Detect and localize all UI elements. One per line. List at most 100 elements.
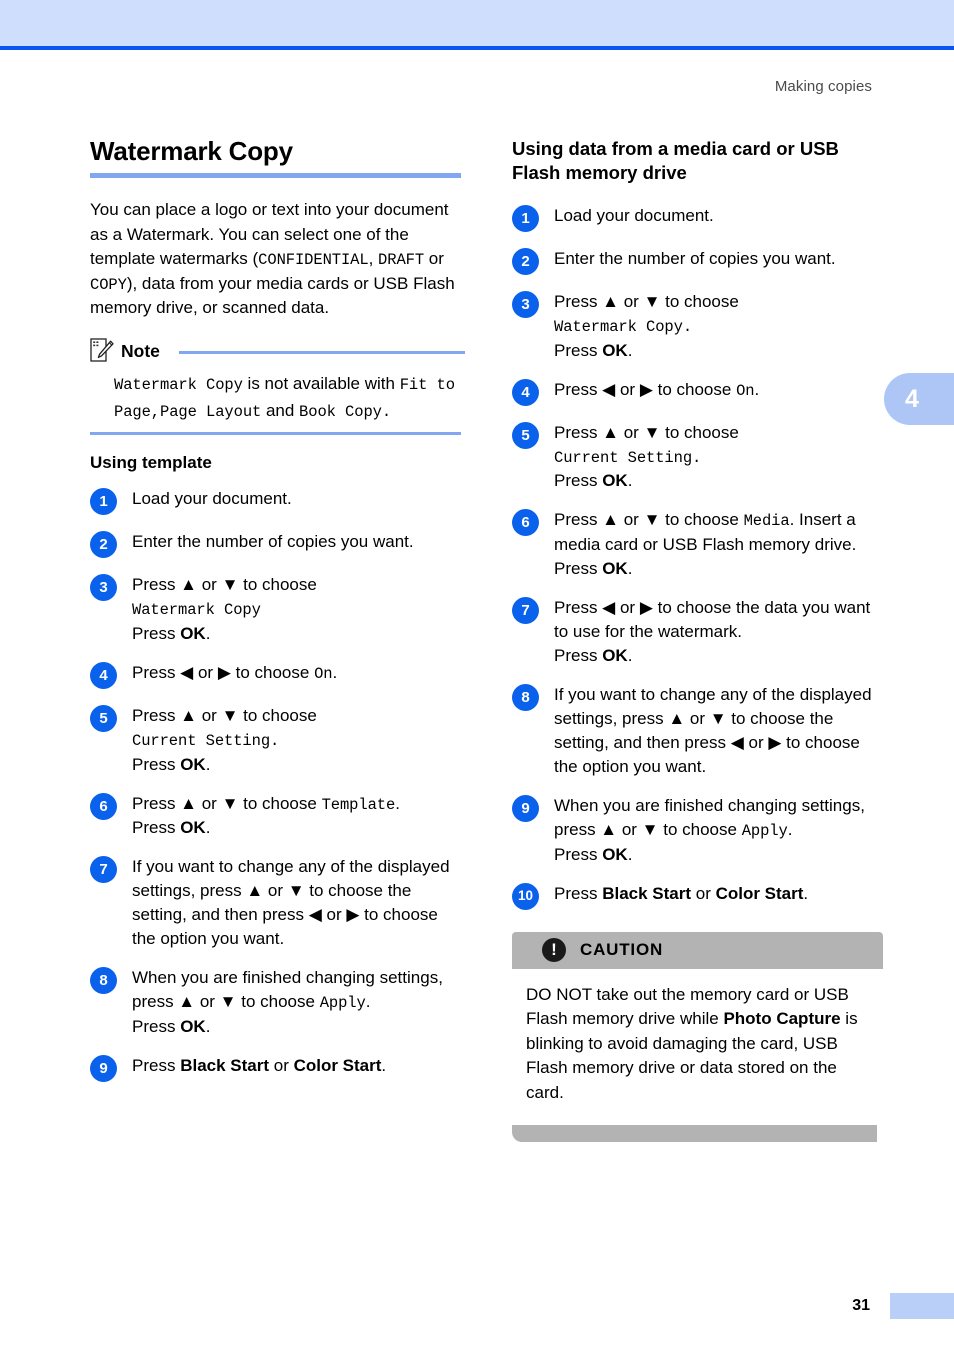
step-line: Press ▲ or ▼ to choose — [132, 574, 317, 594]
ok-button-label: OK — [180, 623, 206, 643]
step-line: If you want to change any of the display… — [554, 685, 872, 776]
note-text-1: is not available with — [242, 374, 400, 394]
step-number-badge: 6 — [512, 509, 539, 537]
step-line: Load your document. — [554, 205, 714, 225]
step-text: Press ◀ or ▶ to choose On. — [554, 378, 887, 403]
step-line: Watermark Copy — [132, 597, 465, 622]
step-number-badge: 6 — [90, 792, 117, 820]
step-item: 4 Press ◀ or ▶ to choose On. — [512, 378, 887, 406]
step-line: Current Setting. — [554, 445, 887, 470]
step-number-badge: 5 — [90, 704, 117, 732]
step-item: 3 Press ▲ or ▼ to choose Watermark Copy Pre… — [90, 573, 465, 646]
step-item: 1 Load your document. — [90, 487, 465, 515]
step-item: 8 If you want to change any of the displa… — [512, 683, 887, 779]
intro-sep-1: , — [368, 249, 379, 269]
left-step-list: 1 Load your document. 2 Enter the number of… — [90, 487, 465, 1082]
note-title: Note — [121, 340, 160, 361]
step-line: Press ▲ or ▼ to choose — [554, 291, 739, 311]
running-header: Making copies — [774, 78, 872, 95]
ok-button-label: OK — [602, 844, 628, 864]
ok-button-label: OK — [602, 646, 628, 666]
step-line: Enter the number of copies you want. — [554, 248, 836, 268]
step-text: When you are finished changing settings,… — [132, 966, 465, 1039]
lcd-text: Watermark Copy. — [554, 317, 693, 336]
page-top-rule — [0, 46, 954, 50]
note-pencil-icon — [90, 338, 114, 363]
subheading-using-media-data: Using data from a media card or USB Flas… — [512, 138, 839, 184]
step-item: 9 When you are finished changing settings… — [512, 794, 887, 867]
color-start-button-label: Color Start — [293, 1055, 382, 1075]
step-text: Enter the number of copies you want. — [554, 247, 887, 271]
note-header: Note — [90, 338, 465, 364]
step-line: Enter the number of copies you want. — [132, 531, 414, 551]
lcd-text: Watermark Copy — [132, 600, 261, 619]
lcd-text: Current Setting. — [132, 731, 280, 750]
step-number-badge: 9 — [90, 1054, 117, 1082]
step-text: Press ▲ or ▼ to choose Media. Insert a m… — [554, 508, 887, 581]
caution-body: DO NOT take out the memory card or USB F… — [512, 968, 883, 1126]
intro-mono-confidential: CONFIDENTIAL — [258, 251, 369, 270]
step-number-badge: 8 — [90, 967, 117, 995]
page-top-band — [0, 0, 954, 46]
step-text: Press ▲ or ▼ to choose Template. Press OK… — [132, 792, 465, 841]
step-line: Press ▲ or ▼ to choose — [554, 422, 739, 442]
step-number-badge: 4 — [512, 378, 539, 406]
step-item: 10 Press Black Start or Color Start. — [512, 882, 887, 910]
page-title-rule — [90, 173, 461, 179]
note-title-rule — [178, 351, 465, 355]
step-text: If you want to change any of the display… — [132, 855, 465, 951]
step-text: Load your document. — [132, 487, 465, 511]
step-item: 5 Press ▲ or ▼ to choose Current Setting. P… — [512, 421, 887, 494]
step-line: Press OK. — [554, 844, 633, 864]
black-start-button-label: Black Start — [180, 1055, 270, 1075]
step-number-badge: 2 — [512, 247, 539, 275]
note-mono-1: Watermark Copy — [114, 376, 243, 395]
right-step-list: 1 Load your document. 2 Enter the number of… — [512, 204, 887, 910]
step-line: When you are finished changing settings,… — [132, 968, 443, 1013]
step-text: Press ◀ or ▶ to choose the data you want… — [554, 596, 887, 668]
step-line: Press ▲ or ▼ to choose Template. — [132, 793, 400, 814]
step-text: Press ▲ or ▼ to choose Watermark Copy Pres… — [132, 573, 465, 646]
left-column: Watermark Copy You can place a logo or t… — [90, 136, 465, 1097]
step-number-badge: 7 — [512, 597, 539, 625]
chapter-tab: 4 — [884, 373, 954, 425]
step-item: 4 Press ◀ or ▶ to choose On. — [90, 661, 465, 689]
step-number-badge: 9 — [512, 794, 539, 822]
caution-box: ! CAUTION DO NOT take out the memory car… — [512, 931, 883, 1143]
step-item: 7 If you want to change any of the displa… — [90, 855, 465, 951]
note-bottom-rule — [90, 431, 461, 435]
step-line: Press OK. — [554, 471, 633, 491]
note-text-2: and — [261, 400, 300, 420]
step-line: Press OK. — [132, 1017, 211, 1037]
ok-button-label: OK — [180, 818, 206, 838]
step-text: If you want to change any of the display… — [554, 683, 887, 779]
step-line: Press OK. — [132, 623, 211, 643]
caution-title: CAUTION — [580, 940, 664, 960]
step-number-badge: 8 — [512, 684, 539, 712]
note-mono-3: Book Copy. — [299, 402, 392, 421]
step-number-badge: 1 — [512, 204, 539, 232]
step-line: Press ◀ or ▶ to choose On. — [132, 662, 338, 683]
note-body: Watermark Copy is not available with Fit… — [90, 371, 465, 424]
step-text: When you are finished changing settings,… — [554, 794, 887, 867]
ok-button-label: OK — [180, 754, 206, 774]
step-line: When you are finished changing settings,… — [554, 795, 865, 840]
step-item: 3 Press ▲ or ▼ to choose Watermark Copy. Pr… — [512, 290, 887, 363]
step-line: Press ◀ or ▶ to choose the data you want… — [554, 598, 871, 642]
black-start-button-label: Black Start — [602, 883, 692, 903]
step-text: Press ▲ or ▼ to choose Current Setting. Pr… — [132, 704, 465, 777]
step-number-badge: 4 — [90, 661, 117, 689]
caution-exclamation-icon: ! — [542, 938, 566, 963]
step-line: Press OK. — [554, 646, 633, 666]
step-line: Watermark Copy. — [554, 314, 887, 339]
caution-text-bold: Photo Capture — [723, 1009, 841, 1029]
intro-mono-copy: COPY — [90, 275, 127, 294]
step-item: 6 Press ▲ or ▼ to choose Media. Insert a … — [512, 508, 887, 581]
caution-footer-bar — [512, 1125, 877, 1143]
caution-icon-glyph: ! — [551, 940, 557, 960]
page-title: Watermark Copy — [90, 136, 293, 166]
note-box: Note Watermark Copy is not available wit… — [90, 338, 465, 435]
lcd-text: On — [736, 381, 755, 400]
step-line: Press OK. — [554, 340, 633, 360]
subheading-using-template: Using template — [90, 452, 212, 472]
